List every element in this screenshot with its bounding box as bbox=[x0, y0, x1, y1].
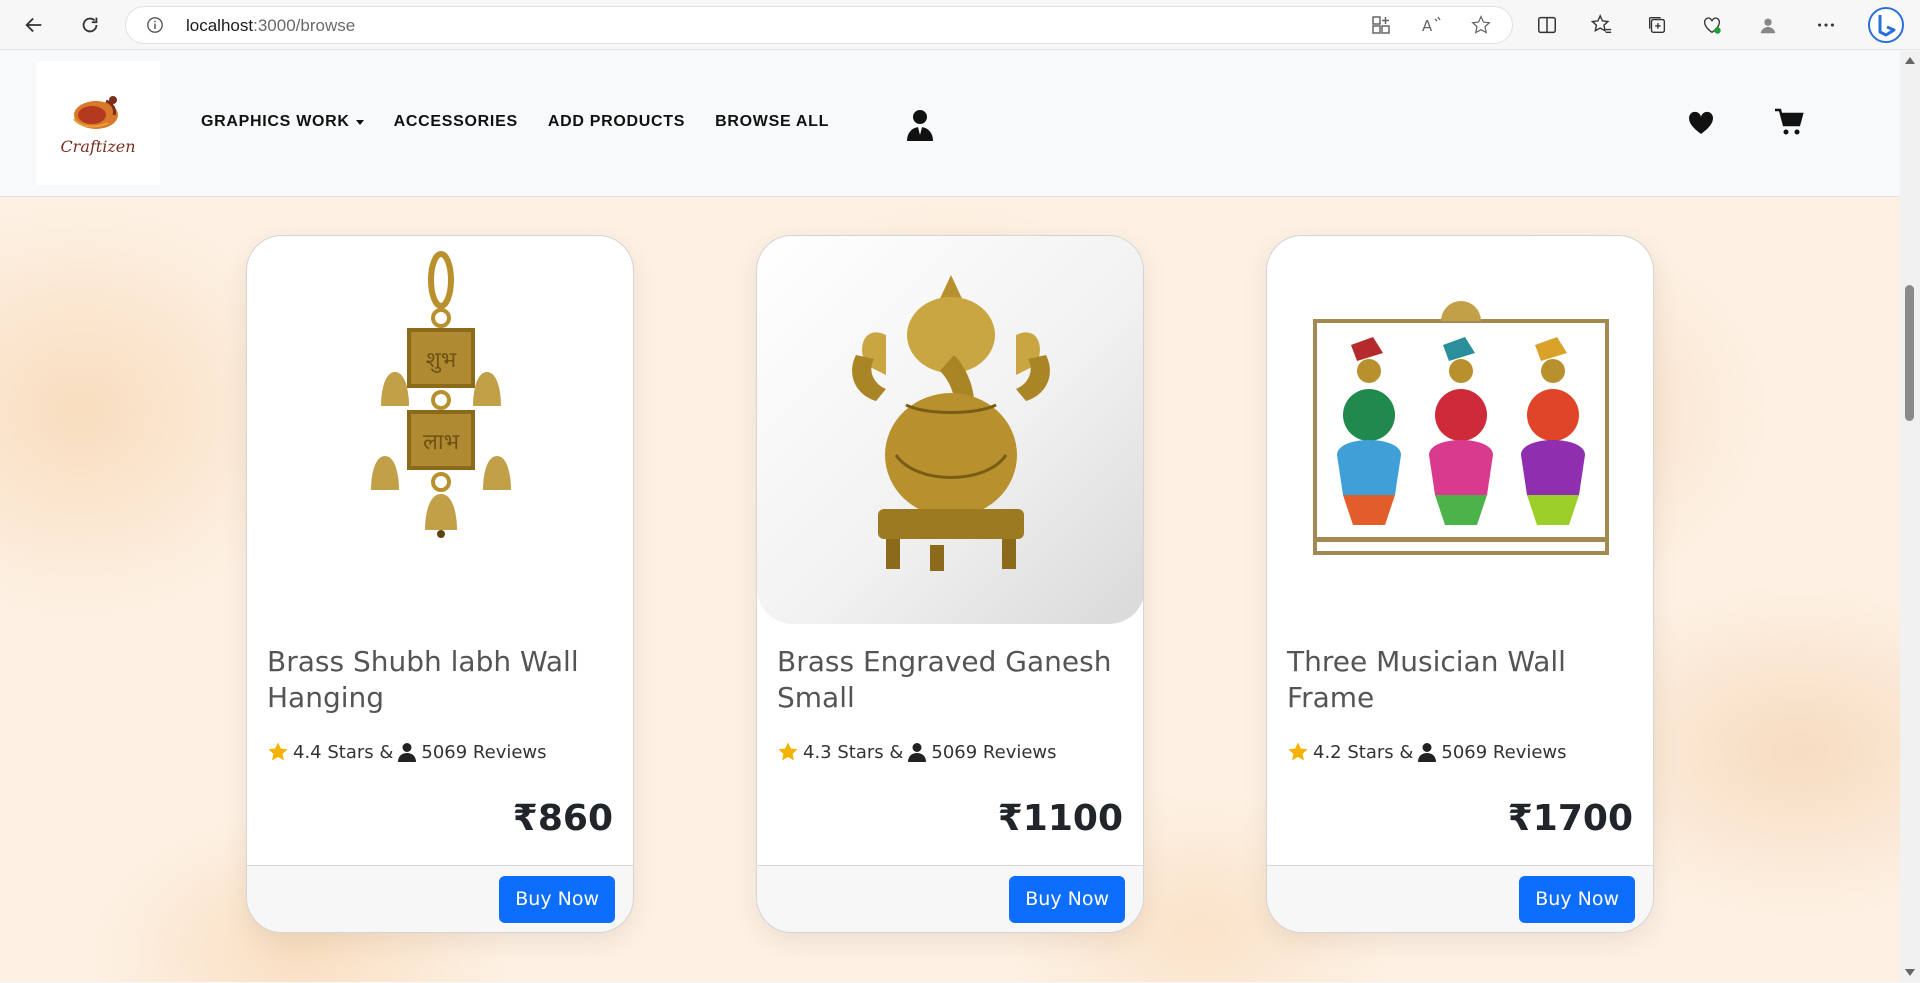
musician-wall-frame-icon bbox=[1313, 301, 1609, 555]
product-rating: 4.2 Stars & 5069 Reviews bbox=[1287, 741, 1567, 763]
back-button[interactable] bbox=[18, 9, 50, 41]
product-image[interactable]: शुभ लाभ bbox=[247, 236, 633, 624]
profile-button[interactable] bbox=[1752, 9, 1784, 41]
browser-essentials-button[interactable] bbox=[1696, 9, 1728, 41]
buy-now-button[interactable]: Buy Now bbox=[1009, 876, 1125, 923]
user-account-icon[interactable] bbox=[906, 109, 934, 146]
star-icon bbox=[268, 742, 288, 761]
card-footer: Buy Now bbox=[1267, 865, 1653, 932]
product-rating: 4.4 Stars & 5069 Reviews bbox=[267, 741, 547, 763]
page-viewport: Craftizen GRAPHICS WORK ACCESSORIES ADD … bbox=[0, 51, 1900, 982]
nav-browse-all[interactable]: BROWSE ALL bbox=[715, 113, 829, 131]
star-icon bbox=[778, 742, 798, 761]
musician-2 bbox=[1429, 337, 1493, 525]
svg-text:A: A bbox=[1422, 17, 1433, 35]
craftizen-logo[interactable]: Craftizen bbox=[36, 61, 160, 185]
logo-text: Craftizen bbox=[60, 136, 136, 156]
favorites-icon bbox=[1591, 14, 1612, 34]
refresh-button[interactable] bbox=[74, 9, 106, 41]
url-text: localhost:3000/browse bbox=[186, 16, 356, 35]
svg-text:शुभ: शुभ bbox=[426, 348, 457, 373]
site-info-icon[interactable] bbox=[146, 16, 164, 39]
collections-button[interactable] bbox=[1641, 9, 1673, 41]
back-arrow-icon bbox=[25, 17, 42, 33]
address-bar[interactable]: localhost:3000/browse A bbox=[126, 7, 1512, 43]
product-title: Brass Shubh labh Wall Hanging bbox=[267, 645, 579, 714]
buy-now-button[interactable]: Buy Now bbox=[1519, 876, 1635, 923]
refresh-icon bbox=[82, 17, 98, 33]
heart-pulse-icon bbox=[1703, 17, 1721, 34]
product-card: Brass Engraved Ganesh Small 4.3 Stars & … bbox=[756, 235, 1144, 933]
favorites-button[interactable] bbox=[1586, 9, 1618, 41]
scroll-up-icon[interactable] bbox=[1905, 57, 1915, 64]
split-screen-button[interactable] bbox=[1531, 9, 1563, 41]
wishlist-heart-icon[interactable] bbox=[1688, 111, 1714, 140]
settings-more-button[interactable] bbox=[1810, 9, 1842, 41]
nav-graphics-work[interactable]: GRAPHICS WORK bbox=[201, 113, 364, 131]
product-image[interactable] bbox=[757, 236, 1143, 624]
product-price: ₹860 bbox=[512, 798, 613, 839]
product-rating: 4.3 Stars & 5069 Reviews bbox=[777, 741, 1057, 763]
read-aloud-icon[interactable]: A bbox=[1421, 15, 1443, 40]
nav-links: GRAPHICS WORK ACCESSORIES ADD PRODUCTS B… bbox=[201, 113, 829, 131]
copilot-button[interactable] bbox=[1866, 5, 1906, 45]
musician-1 bbox=[1337, 337, 1401, 525]
copilot-icon bbox=[1868, 7, 1904, 43]
brass-bell-hanging-icon: शुभ लाभ bbox=[371, 251, 511, 538]
split-screen-icon bbox=[1538, 16, 1556, 34]
star-icon bbox=[1288, 742, 1308, 761]
profile-icon bbox=[1760, 18, 1776, 34]
card-footer: Buy Now bbox=[247, 865, 633, 932]
product-card: शुभ लाभ Brass Shubh labh Wall Hanging 4.… bbox=[246, 235, 634, 933]
more-dots-icon bbox=[1818, 23, 1834, 27]
svg-text:लाभ: लाभ bbox=[423, 430, 460, 455]
user-icon bbox=[908, 743, 927, 762]
scrollbar-thumb[interactable] bbox=[1905, 285, 1914, 421]
browser-toolbar: localhost:3000/browse A bbox=[0, 0, 1920, 50]
card-footer: Buy Now bbox=[757, 865, 1143, 932]
product-title: Three Musician Wall Frame bbox=[1287, 645, 1566, 714]
page-scrollbar[interactable] bbox=[1900, 51, 1920, 982]
product-image[interactable] bbox=[1267, 236, 1653, 624]
product-title: Brass Engraved Ganesh Small bbox=[777, 645, 1112, 714]
brass-ganesh-statue-icon bbox=[852, 275, 1050, 571]
collections-icon bbox=[1648, 16, 1666, 34]
user-icon bbox=[1418, 743, 1437, 762]
product-card: Three Musician Wall Frame 4.2 Stars & 50… bbox=[1266, 235, 1654, 933]
musician-3 bbox=[1521, 337, 1585, 525]
favorite-star-icon[interactable] bbox=[1471, 15, 1491, 40]
logo-peacock-icon bbox=[73, 95, 118, 129]
nav-add-products[interactable]: ADD PRODUCTS bbox=[548, 113, 685, 131]
app-available-icon[interactable] bbox=[1371, 15, 1391, 40]
dropdown-caret-icon bbox=[355, 119, 364, 125]
product-price: ₹1700 bbox=[1507, 798, 1633, 839]
user-icon bbox=[398, 743, 417, 762]
scroll-down-icon[interactable] bbox=[1905, 969, 1915, 976]
site-navbar: Craftizen GRAPHICS WORK ACCESSORIES ADD … bbox=[0, 51, 1900, 197]
product-price: ₹1100 bbox=[997, 798, 1123, 839]
nav-accessories[interactable]: ACCESSORIES bbox=[394, 113, 518, 131]
buy-now-button[interactable]: Buy Now bbox=[499, 876, 615, 923]
shopping-cart-icon[interactable] bbox=[1774, 108, 1804, 141]
